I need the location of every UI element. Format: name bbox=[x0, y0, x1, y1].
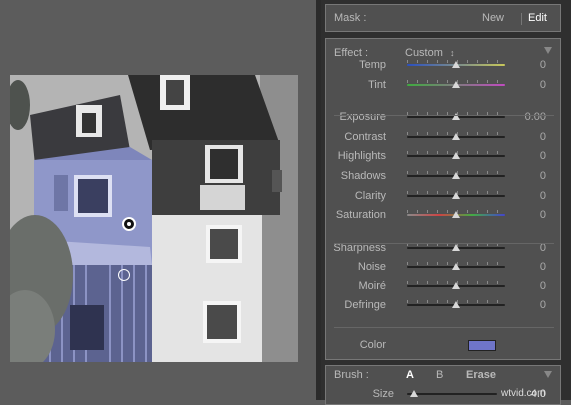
size-label: Size bbox=[372, 388, 394, 400]
slider-thumb[interactable] bbox=[452, 133, 460, 140]
slider-label: Tint bbox=[368, 79, 386, 91]
slider-label: Clarity bbox=[354, 190, 386, 202]
slider-label: Shadows bbox=[340, 170, 386, 182]
collapse-triangle-icon[interactable] bbox=[544, 371, 552, 378]
size-slider-track[interactable] bbox=[407, 393, 497, 395]
slider-thumb[interactable] bbox=[452, 244, 460, 251]
effect-preset-dropdown[interactable]: Custom ↕ bbox=[405, 47, 454, 59]
color-swatch[interactable] bbox=[468, 340, 496, 351]
slider-label: Moiré bbox=[358, 280, 386, 292]
slider-thumb[interactable] bbox=[452, 263, 460, 270]
slider-thumb[interactable] bbox=[452, 61, 460, 68]
effect-section: Effect : Custom ↕ Temp 0 Tint 0 Exposure 0.00… bbox=[325, 38, 561, 360]
effect-label: Effect : bbox=[334, 47, 369, 59]
slider-value[interactable]: 0 bbox=[540, 150, 546, 162]
slider-value[interactable]: 0 bbox=[540, 131, 546, 143]
adjustment-panel: Mask : New Edit Effect : Custom ↕ Temp 0 T… bbox=[321, 0, 571, 405]
size-slider-thumb[interactable] bbox=[410, 390, 418, 397]
slider-value[interactable]: 0 bbox=[540, 209, 546, 221]
slider-thumb[interactable] bbox=[452, 152, 460, 159]
section-divider bbox=[334, 115, 554, 116]
slider-thumb[interactable] bbox=[452, 81, 460, 88]
color-label: Color bbox=[359, 339, 386, 351]
brush-cursor-icon bbox=[118, 269, 130, 281]
brush-b-button[interactable]: B bbox=[436, 369, 443, 381]
slider-value[interactable]: 0 bbox=[540, 299, 546, 311]
edit-button[interactable]: Edit bbox=[528, 12, 547, 24]
mask-divider bbox=[521, 13, 522, 25]
section-divider bbox=[334, 327, 554, 328]
slider-label: Temp bbox=[359, 59, 386, 71]
slider-thumb[interactable] bbox=[452, 211, 460, 218]
building-photo bbox=[10, 75, 298, 362]
slider-value[interactable]: 0 bbox=[540, 190, 546, 202]
brush-section: Brush : A B Erase Size 4.0 bbox=[325, 365, 561, 405]
photo-canvas[interactable] bbox=[0, 0, 316, 400]
brush-label: Brush : bbox=[334, 369, 369, 381]
slider-label: Saturation bbox=[335, 209, 386, 221]
slider-label: Highlights bbox=[337, 150, 386, 162]
slider-value[interactable]: 0 bbox=[540, 280, 546, 292]
brush-a-button[interactable]: A bbox=[406, 369, 414, 381]
effect-preset-value: Custom bbox=[405, 47, 443, 59]
slider-label: Exposure bbox=[339, 111, 386, 123]
mask-pin-icon[interactable] bbox=[122, 217, 136, 231]
slider-value[interactable]: 0.00 bbox=[525, 111, 546, 123]
photo[interactable] bbox=[10, 75, 298, 362]
updown-arrow-icon: ↕ bbox=[449, 48, 455, 58]
slider-value[interactable]: 0 bbox=[540, 59, 546, 71]
collapse-triangle-icon[interactable] bbox=[544, 47, 552, 54]
mask-label: Mask : bbox=[334, 12, 367, 24]
slider-label: Noise bbox=[357, 261, 386, 273]
slider-thumb[interactable] bbox=[452, 301, 460, 308]
new-button[interactable]: New bbox=[482, 12, 504, 24]
slider-label: Defringe bbox=[344, 299, 386, 311]
slider-value[interactable]: 0 bbox=[540, 170, 546, 182]
slider-thumb[interactable] bbox=[452, 192, 460, 199]
slider-label: Contrast bbox=[344, 131, 386, 143]
erase-button[interactable]: Erase bbox=[466, 369, 496, 381]
slider-value[interactable]: 0 bbox=[540, 79, 546, 91]
mask-header: Mask : New Edit bbox=[325, 4, 561, 32]
slider-thumb[interactable] bbox=[452, 282, 460, 289]
section-divider bbox=[334, 243, 554, 244]
slider-value[interactable]: 0 bbox=[540, 261, 546, 273]
watermark: wtvid.com bbox=[501, 388, 546, 399]
slider-thumb[interactable] bbox=[452, 172, 460, 179]
